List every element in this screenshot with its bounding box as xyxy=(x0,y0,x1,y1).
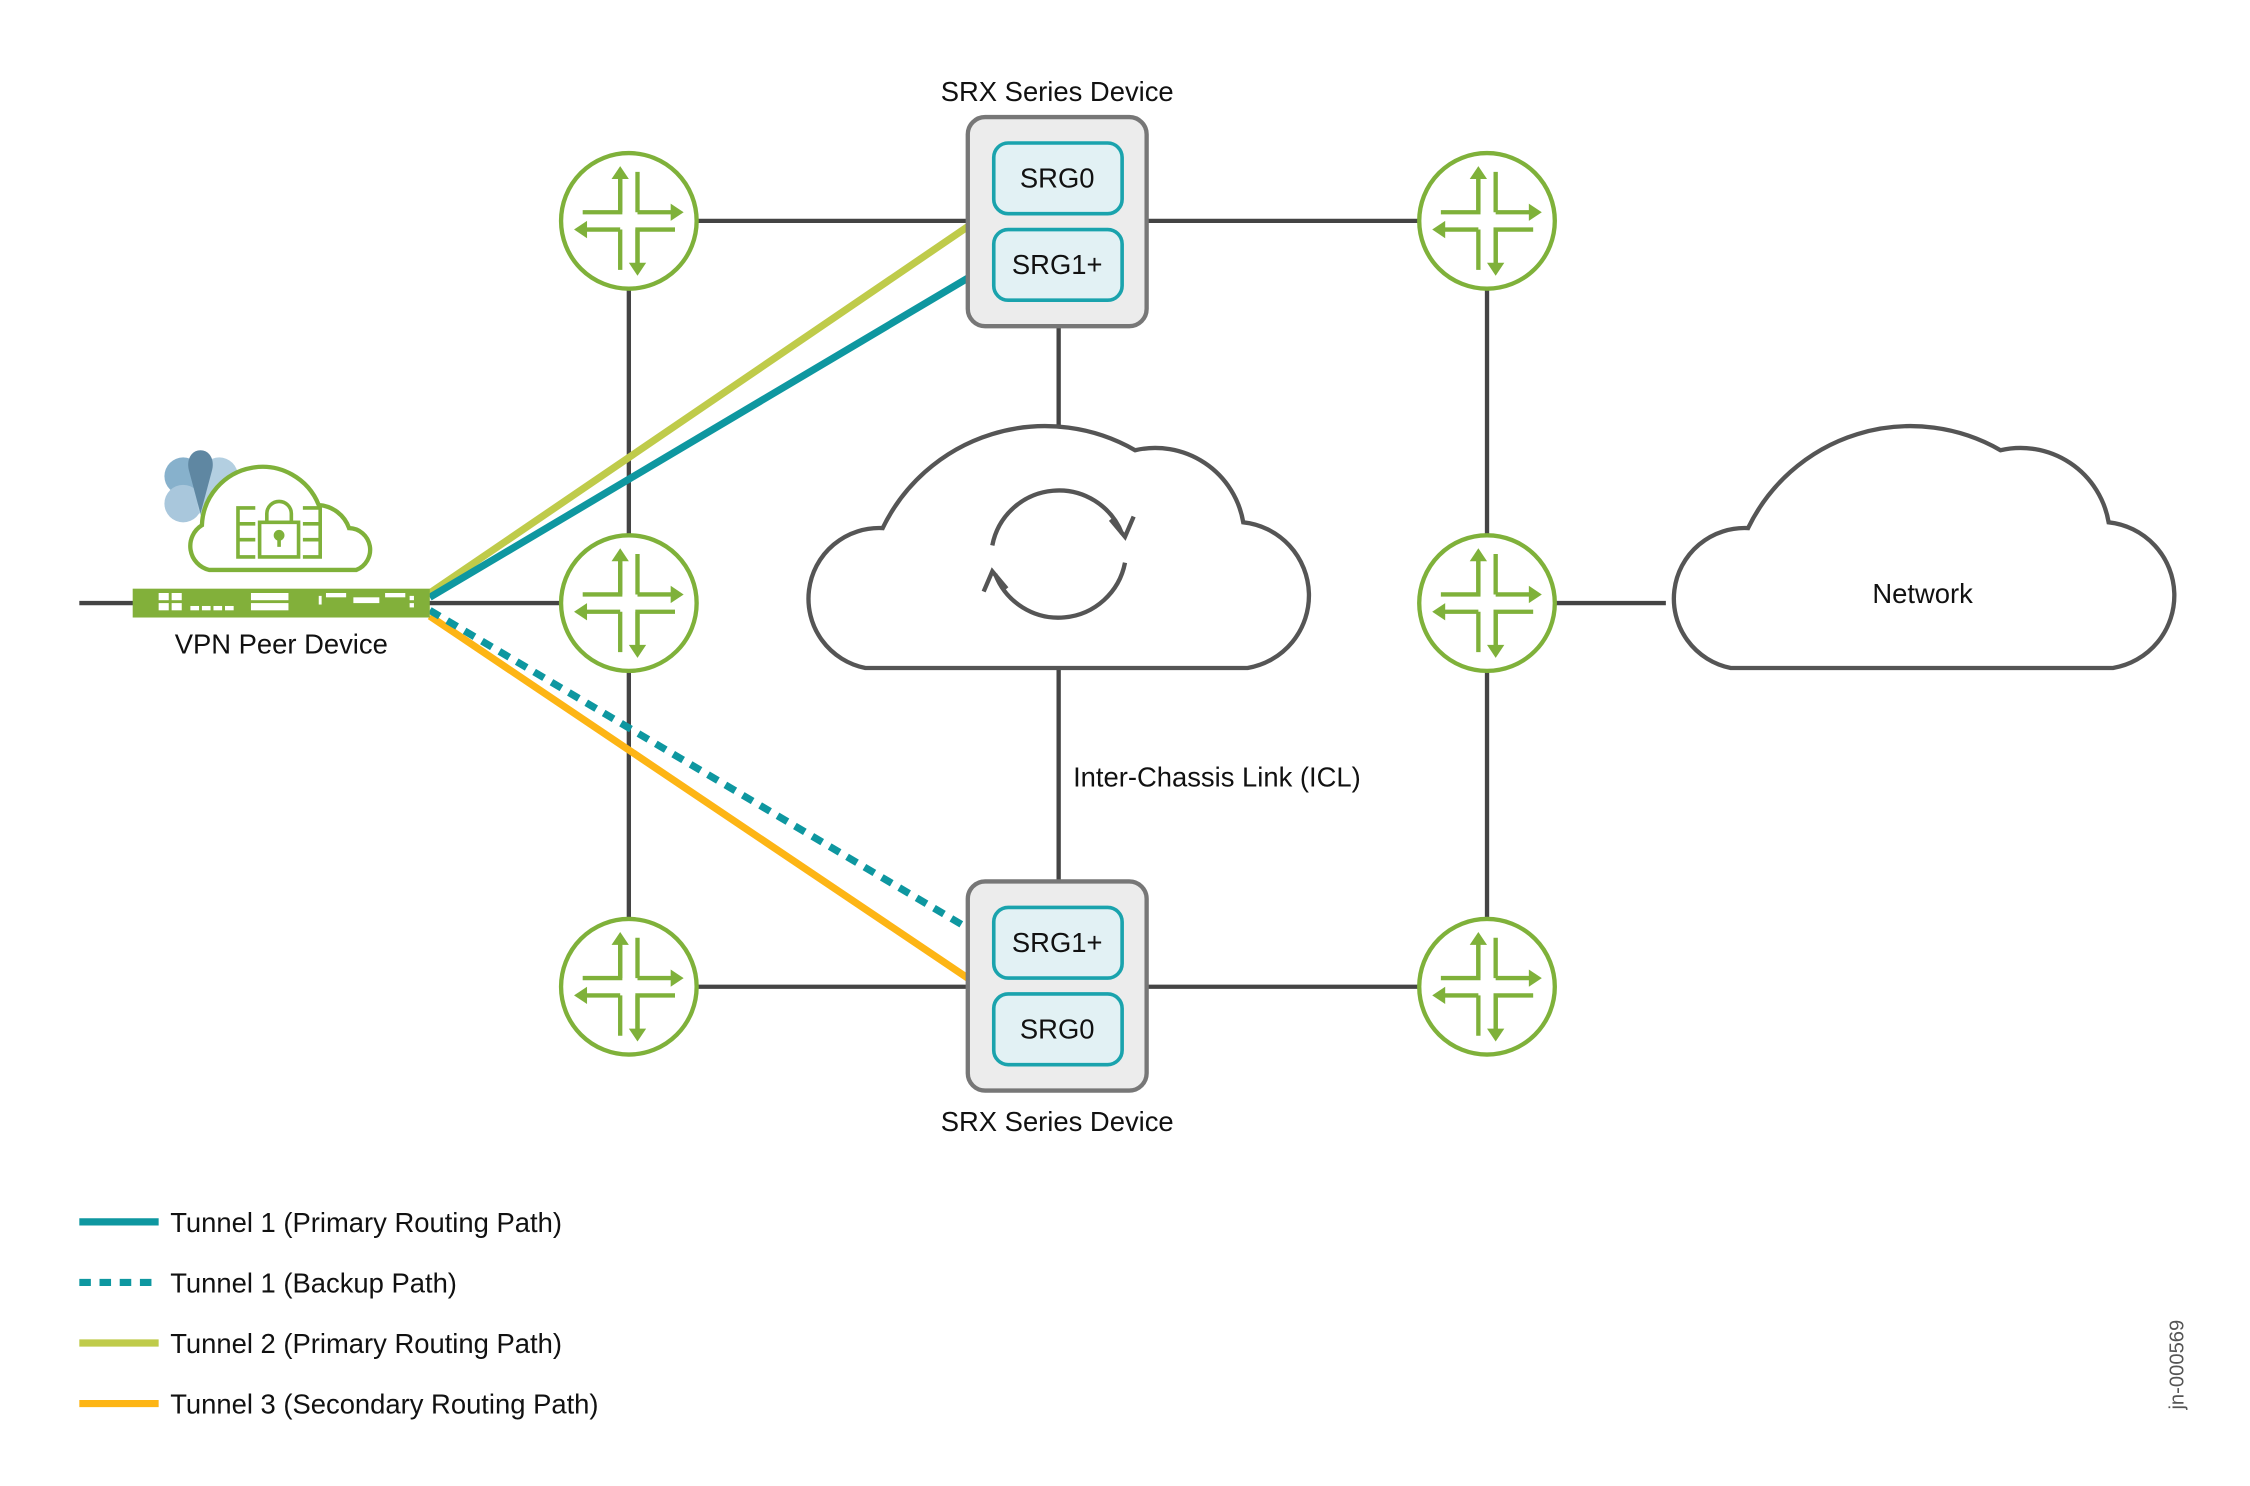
vpn-peer-device: VPN Peer Device xyxy=(132,450,430,660)
icl-label: Inter-Chassis Link (ICL) xyxy=(1073,761,1361,792)
router-icon xyxy=(1419,535,1555,671)
srx-top-label: SRX Series Device xyxy=(941,76,1174,107)
router-icon xyxy=(561,153,697,289)
router-icon xyxy=(1419,153,1555,289)
icl-cloud xyxy=(806,424,1312,671)
figure-id: jn-000569 xyxy=(2167,1320,2189,1411)
network-cloud xyxy=(1671,424,2177,671)
srg0-label: SRG0 xyxy=(1020,1014,1095,1045)
router-icon xyxy=(1419,919,1555,1055)
network-label: Network xyxy=(1872,578,1973,609)
legend: Tunnel 1 (Primary Routing Path) Tunnel 1… xyxy=(79,1207,599,1420)
srx-bottom-label: SRX Series Device xyxy=(941,1106,1174,1137)
srx-bottom-device: SRG1+ SRG0 SRX Series Device xyxy=(941,879,1174,1137)
network-diagram: Network SRX Series Device SRG0 SRG1+ SRG… xyxy=(79,76,2189,1420)
srg1-label: SRG1+ xyxy=(1012,249,1103,280)
router-icon xyxy=(561,535,697,671)
vpn-peer-label: VPN Peer Device xyxy=(175,629,388,660)
legend-item: Tunnel 1 (Backup Path) xyxy=(170,1268,457,1299)
router-icon xyxy=(561,919,697,1055)
diagram: Network SRX Series Device SRG0 SRG1+ SRG… xyxy=(0,0,2250,1486)
legend-item: Tunnel 1 (Primary Routing Path) xyxy=(170,1207,562,1238)
legend-item: Tunnel 2 (Primary Routing Path) xyxy=(170,1328,562,1359)
srg1-label: SRG1+ xyxy=(1012,927,1103,958)
tunnel-3-secondary xyxy=(427,613,970,982)
srx-top-device: SRX Series Device SRG0 SRG1+ xyxy=(941,76,1174,329)
srg0-label: SRG0 xyxy=(1020,163,1095,194)
legend-item: Tunnel 3 (Secondary Routing Path) xyxy=(170,1389,598,1420)
